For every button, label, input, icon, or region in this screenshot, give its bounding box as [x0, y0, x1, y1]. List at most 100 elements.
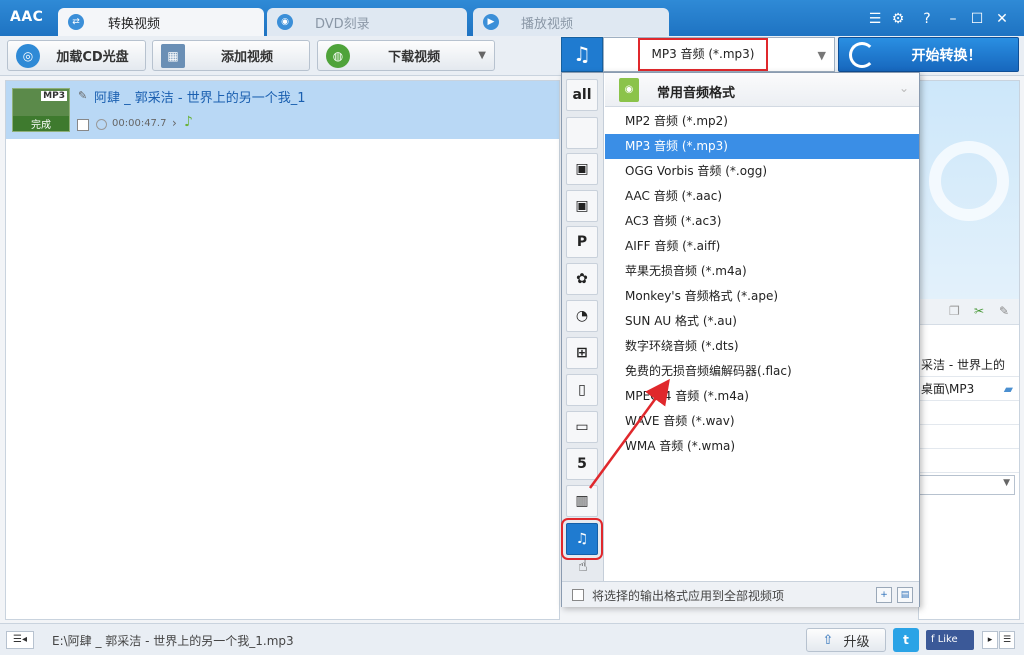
right-panel: ❐ ✂ ✎ 采洁 - 世界上的 桌面\MP3 ▰ ▼ [918, 80, 1020, 620]
chevron-down-icon: ▼ [1003, 478, 1010, 488]
selected-format: MP3 音频 (*.mp3) [638, 38, 768, 71]
empty-row [919, 401, 1019, 425]
music-note-icon: ♫ [573, 42, 591, 66]
hand-cursor-icon: ☝ [578, 556, 588, 575]
output-name-row: 采洁 - 世界上的 [919, 353, 1019, 377]
convert-label: 开始转换！ [911, 47, 982, 64]
preview-area [919, 81, 1019, 301]
empty-row [919, 449, 1019, 473]
add-format-icon[interactable]: + [876, 587, 892, 603]
close-icon[interactable]: ✕ [993, 10, 1011, 28]
category-windows-icon[interactable]: ⊞ [566, 337, 598, 369]
folder-icon[interactable]: ▰ [1004, 377, 1013, 400]
pencil-icon[interactable]: ✎ [78, 89, 87, 102]
twitter-icon[interactable]: t [893, 628, 919, 652]
category-android-s-icon[interactable]: ▣ [566, 153, 598, 185]
category-playstation-icon[interactable]: P [566, 226, 598, 258]
tab-label: DVD刻录 [315, 16, 370, 32]
help-icon[interactable]: ? [918, 10, 936, 28]
format-list: MP2 音频 (*.mp2) MP3 音频 (*.mp3) OGG Vorbis 音… [605, 109, 919, 459]
clock-icon [96, 119, 107, 130]
status-badge: 完成 [13, 116, 69, 131]
category-strip: all ▣ ▣ P ✿ ◔ ⊞ ▯ ▭ 5 ▥ ♫ ☝ [561, 73, 604, 581]
chevron-right-icon[interactable]: › [172, 116, 177, 130]
format-option[interactable]: Monkey's 音频格式 (*.ape) [605, 284, 919, 309]
format-popup: all ▣ ▣ P ✿ ◔ ⊞ ▯ ▭ 5 ▥ ♫ ☝ ◉ 常用音频格式 ⌄ M… [561, 72, 920, 607]
format-option[interactable]: MPEG-4 音频 (*.m4a) [605, 384, 919, 409]
tab-dvd-burn[interactable]: ◉ DVD刻录 [267, 8, 467, 36]
format-option[interactable]: MP2 音频 (*.mp2) [605, 109, 919, 134]
category-all-icon[interactable]: all [566, 79, 598, 111]
download-video-button[interactable]: ◍ 下载视频 ▼ [317, 40, 495, 71]
upgrade-button[interactable]: ⇧ 升级 [806, 628, 886, 652]
category-tv-icon[interactable]: ▭ [566, 411, 598, 443]
format-dropdown[interactable]: MP3 音频 (*.mp3) ▼ [603, 37, 835, 72]
apply-all-checkbox[interactable] [572, 589, 584, 601]
app-logo: AAC [10, 9, 44, 25]
chevron-down-icon[interactable]: ⌄ [899, 81, 909, 95]
upgrade-arrow-icon: ⇧ [822, 632, 834, 648]
category-phone-icon[interactable]: ▯ [566, 374, 598, 406]
category-lg-icon[interactable]: ◔ [566, 300, 598, 332]
format-option[interactable]: 免费的无损音频编解码器(.flac) [605, 359, 919, 384]
save-format-icon[interactable]: ▤ [897, 587, 913, 603]
copy-icon[interactable]: ❐ [949, 304, 960, 318]
file-duration: 00:00:47.7 [112, 118, 167, 129]
file-thumbnail: MP3 完成 [12, 88, 70, 132]
gear-icon[interactable]: ⚙ [889, 10, 907, 28]
thumb-format-tag: MP3 [41, 91, 67, 101]
category-film-icon[interactable]: ▥ [566, 485, 598, 517]
apply-all-label: 将选择的输出格式应用到全部视频项 [592, 589, 785, 603]
cloud-icon [929, 141, 1009, 221]
tab-convert-video[interactable]: ⇄ 转换视频 [58, 8, 264, 36]
format-option[interactable]: 苹果无损音频 (*.m4a) [605, 259, 919, 284]
category-android-icon[interactable]: ▣ [566, 190, 598, 222]
category-huawei-icon[interactable]: ✿ [566, 263, 598, 295]
popup-footer: 将选择的输出格式应用到全部视频项 + ▤ [562, 581, 919, 607]
list-item[interactable]: MP3 完成 ✎ 阿肆 _ 郭采洁 - 世界上的另一个我_1 00:00:47.… [6, 81, 559, 139]
empty-row [919, 425, 1019, 449]
format-option[interactable]: AAC 音频 (*.aac) [605, 184, 919, 209]
like-label: Like [937, 634, 958, 645]
tab-play-video[interactable]: ▶ 播放视频 [473, 8, 669, 36]
add-video-label: 添加视频 [220, 50, 273, 65]
output-select[interactable]: ▼ [919, 475, 1015, 495]
format-option[interactable]: WMA 音频 (*.wma) [605, 434, 919, 459]
format-option[interactable]: MP3 音频 (*.mp3) [605, 134, 919, 159]
file-list: MP3 完成 ✎ 阿肆 _ 郭采洁 - 世界上的另一个我_1 00:00:47.… [5, 80, 560, 620]
load-cd-button[interactable]: ◎ 加载CD光盘 [7, 40, 146, 71]
format-option[interactable]: AIFF 音频 (*.aiff) [605, 234, 919, 259]
wrench-icon[interactable]: ✎ [999, 304, 1009, 318]
file-title: 阿肆 _ 郭采洁 - 世界上的另一个我_1 [94, 91, 306, 106]
play-small-icon[interactable]: ▸ [982, 631, 998, 649]
format-option[interactable]: AC3 音频 (*.ac3) [605, 209, 919, 234]
maximize-icon[interactable]: ☐ [968, 10, 986, 28]
scissors-icon[interactable]: ✂ [974, 304, 984, 318]
facebook-like-button[interactable]: f Like [926, 630, 974, 650]
format-group-header[interactable]: ◉ 常用音频格式 ⌄ [605, 73, 919, 107]
list-icon[interactable]: ☰ [866, 10, 884, 28]
category-apple-icon[interactable] [566, 117, 598, 149]
category-html5-icon[interactable]: 5 [566, 448, 598, 480]
format-option[interactable]: 数字环绕音频 (*.dts) [605, 334, 919, 359]
play-icon: ▶ [483, 14, 499, 30]
status-bar: ☰◂ E:\阿肆 _ 郭采洁 - 世界上的另一个我_1.mp3 ⇧ 升级 t f… [0, 623, 1024, 655]
toggle-panel-icon[interactable]: ☰◂ [6, 631, 34, 649]
category-music-icon[interactable]: ♫ [561, 518, 603, 560]
upgrade-label: 升级 [843, 634, 870, 650]
minimize-icon[interactable]: – [944, 10, 962, 28]
start-convert-button[interactable]: 开始转换！ [838, 37, 1019, 72]
add-video-button[interactable]: ▦ 添加视频 [152, 40, 310, 71]
output-folder-text: 桌面\MP3 [921, 382, 975, 396]
chevron-down-icon[interactable]: ▼ [478, 50, 486, 61]
title-bar: AAC ⇄ 转换视频 ◉ DVD刻录 ▶ 播放视频 ☰ ⚙ ? – ☐ ✕ [0, 0, 1024, 36]
menu-small-icon[interactable]: ☰ [999, 631, 1015, 649]
tab-label: 转换视频 [108, 16, 161, 32]
format-option[interactable]: OGG Vorbis 音频 (*.ogg) [605, 159, 919, 184]
download-video-label: 下载视频 [388, 50, 441, 65]
format-option[interactable]: SUN AU 格式 (*.au) [605, 309, 919, 334]
format-category-button[interactable]: ♫ [561, 37, 603, 72]
output-folder-row: 桌面\MP3 ▰ [919, 377, 1019, 401]
file-checkbox[interactable] [77, 119, 89, 131]
format-option[interactable]: WAVE 音频 (*.wav) [605, 409, 919, 434]
